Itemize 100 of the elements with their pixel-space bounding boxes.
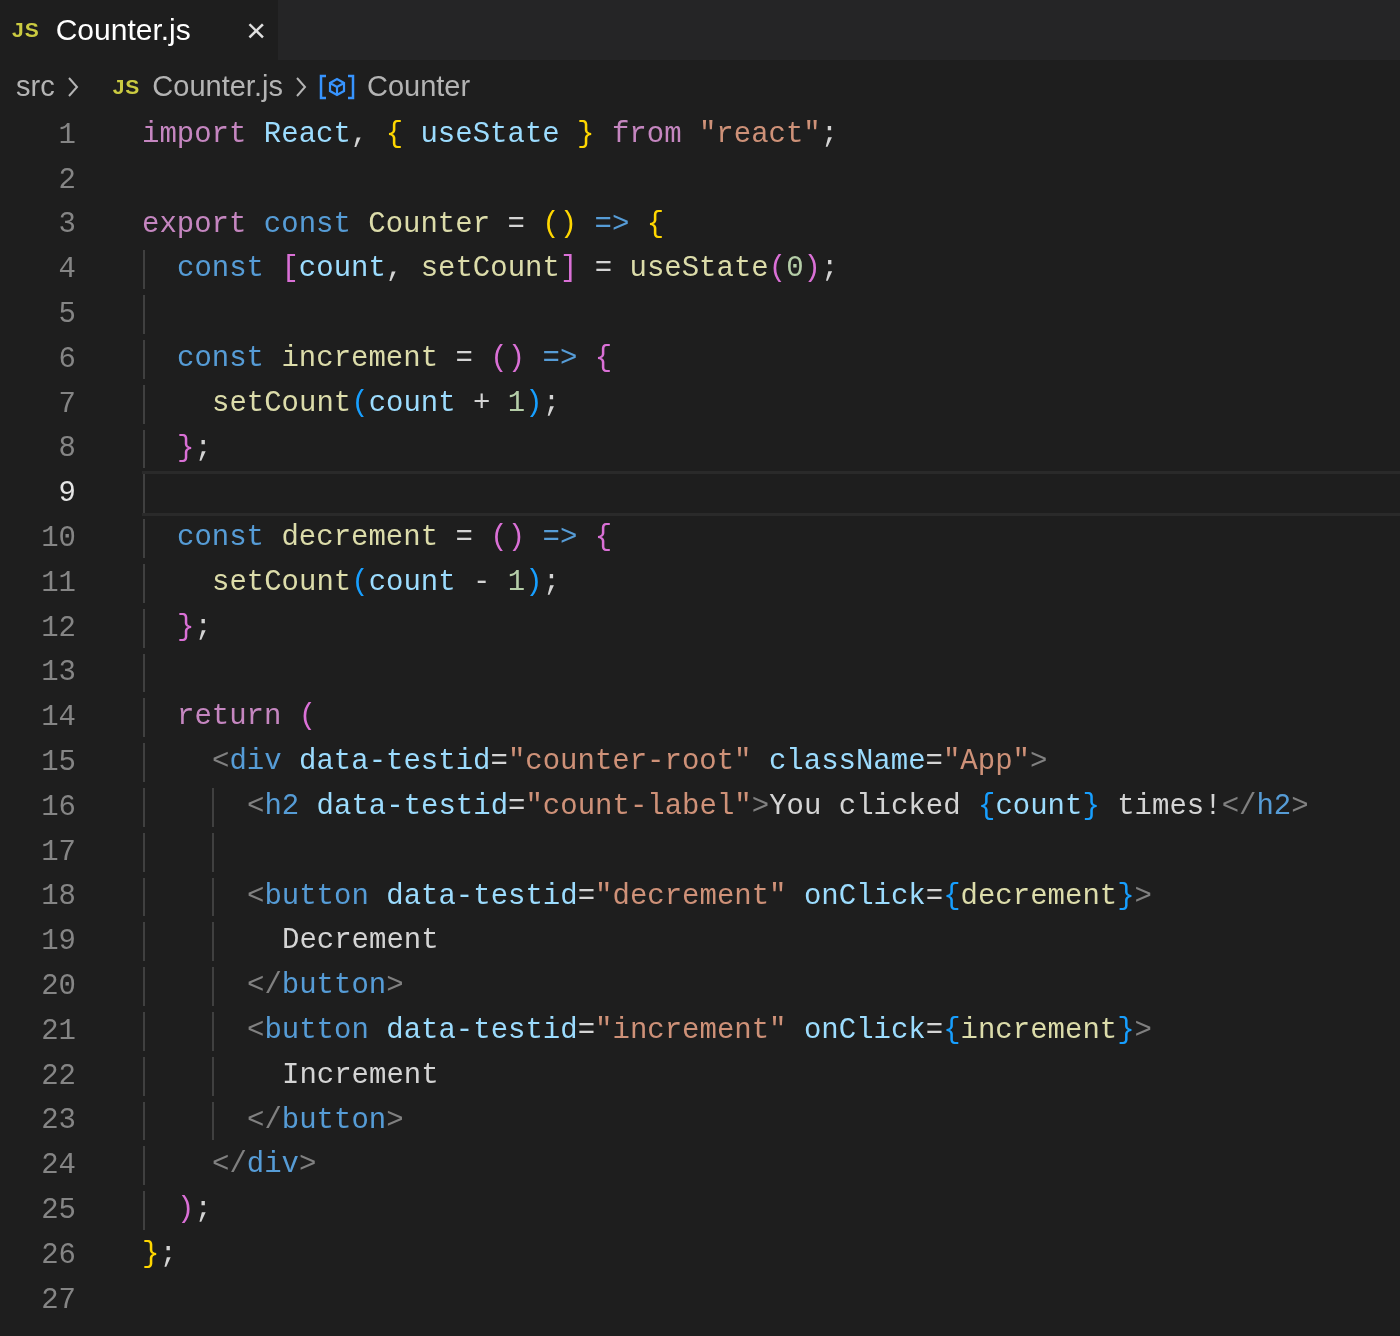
operator: ; [542,386,561,420]
bracket: ) [525,386,543,420]
function-name: decrement [280,521,439,555]
line-number: 9 [57,477,77,511]
bracket: ) [177,1193,195,1227]
variable-name: useState [419,118,560,151]
tag-bracket: > [1291,789,1309,823]
tag-bracket: < [247,879,265,913]
line-number: 27 [40,1283,77,1317]
line-number: 14 [40,701,77,735]
variable-name: React [262,118,351,151]
variable-name: count [298,252,386,286]
jsx-text: Decrement [282,924,439,958]
bracket: ) [803,252,821,286]
variable-name: count [995,789,1083,823]
line-number: 4 [57,253,77,287]
keyword: export [142,207,247,241]
attribute-name: data-testid [298,745,491,779]
line-number: 16 [40,790,77,824]
breadcrumb-item[interactable]: Counter.js [152,70,283,103]
string-literal: "decrement" [595,879,787,913]
bracket: ( [768,252,787,286]
operator: ; [820,252,839,286]
bracket: } [1117,1013,1135,1047]
close-icon[interactable]: × [246,10,266,50]
tag-bracket: </ [247,969,282,1003]
keyword: const [177,521,264,555]
line-number: 7 [57,387,77,421]
line-number: 20 [40,970,77,1004]
keyword: => [593,207,630,241]
jsx-text: times! [1116,789,1222,823]
breadcrumb-item[interactable]: src [16,70,55,103]
operator: , [385,252,404,286]
bracket: } [576,118,595,151]
line-number: 26 [40,1238,77,1272]
bracket: { [593,521,613,555]
tag-name: h2 [264,789,300,823]
bracket: { [384,118,404,151]
bracket: { [943,879,961,913]
line-number: 22 [40,1059,77,1093]
tag-bracket: > [1029,745,1048,779]
tag-bracket: > [386,969,404,1003]
line-number: 3 [57,208,77,242]
bracket: } [177,431,195,465]
breadcrumb-item[interactable]: Counter [366,70,471,103]
keyword: => [541,521,578,555]
tag-bracket: > [751,789,770,823]
keyword: const [177,342,264,375]
string-literal: "counter-root" [507,745,752,779]
attribute-name: className [767,745,926,779]
tag-name: button [264,879,369,913]
line-number: 23 [40,1104,77,1138]
operator: = [925,745,943,779]
tag-bracket: < [212,745,230,779]
bracket: ( [351,386,369,420]
bracket: } [177,610,195,644]
function-name: increment [280,342,439,375]
keyword: return [177,700,282,734]
bracket: { [645,207,665,241]
line-number: 1 [57,118,77,152]
js-file-icon: JS [112,74,141,99]
keyword: const [177,252,264,286]
tag-name: div [229,745,282,779]
js-file-icon: JS [12,18,40,42]
string-literal: "increment" [595,1013,787,1047]
line-number: 24 [40,1149,77,1183]
tag-bracket: > [299,1148,317,1182]
number-literal: 0 [786,252,804,286]
operator: ; [542,565,561,599]
line-number: 5 [57,298,77,332]
operator: - [472,565,491,599]
tag-bracket: < [247,1013,265,1047]
operator: + [472,386,491,420]
attribute-name: data-testid [385,1013,578,1047]
bracket: ( [351,565,369,599]
keyword: => [541,342,578,375]
tag-name: div [246,1148,300,1182]
line-number: 25 [40,1194,77,1227]
tag-name: h2 [1256,789,1292,823]
bracket: { [943,1013,961,1047]
operator: ; [194,1193,212,1227]
operator: , [350,118,369,151]
tag-bracket: < [247,789,265,823]
line-number: 18 [40,880,77,914]
bracket: } [1082,789,1100,823]
tag-bracket: </ [212,1148,247,1182]
operator: = [508,789,526,823]
bracket: () [489,521,526,555]
line-number: 10 [40,522,77,556]
attribute-name: onClick [802,1013,926,1047]
tag-bracket: > [1134,1013,1152,1047]
operator: = [577,1013,596,1047]
tag-bracket: </ [247,1103,282,1137]
operator: = [454,342,473,375]
file-tab[interactable]: JS Counter.js × [0,0,278,60]
attribute-name: data-testid [385,879,578,913]
line-number: 21 [40,1014,77,1048]
string-literal: "App" [942,745,1030,779]
bracket: ] [559,252,578,286]
bracket: () [541,207,578,241]
